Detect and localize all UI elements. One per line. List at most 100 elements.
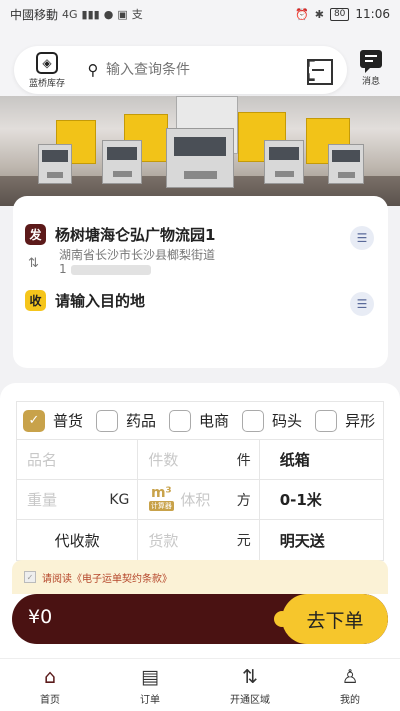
delivery-value: 明天送: [279, 531, 325, 550]
sender-name: 杨树塘海仑弘广物流园1: [55, 226, 216, 244]
app-icon: ▣: [117, 7, 128, 21]
volume-unit: 方: [236, 492, 251, 509]
chat-icon: ●: [103, 7, 114, 21]
length-value: 0-1米: [279, 491, 322, 509]
cargo-type-label: 药品: [126, 412, 157, 430]
product-name-placeholder: 品名: [27, 451, 58, 469]
checkbox-icon[interactable]: [169, 409, 192, 432]
calc-top: m³: [150, 484, 172, 501]
nav-profile[interactable]: ♙ 我的: [300, 659, 400, 711]
phone-masked: [70, 264, 151, 275]
payment-unit: 元: [236, 533, 251, 549]
total-price: ¥0: [28, 606, 53, 628]
alipay-icon: 支: [131, 8, 143, 21]
delivery-select[interactable]: 明天送: [260, 520, 383, 560]
address-card: 发 杨树塘海仑弘广物流园1 湖南省长沙市长沙县榔梨街道 ⇅ 1 ☰ 收 请输入目…: [13, 196, 388, 368]
logo-label: 蓝桥库存: [28, 78, 65, 89]
cod-label: 代收款: [54, 531, 100, 550]
nav-home[interactable]: ⌂ 首页: [0, 659, 100, 711]
bluetooth-icon: ✱: [314, 7, 324, 21]
swap-icon[interactable]: ⇅: [28, 256, 39, 271]
bottom-nav: ⌂ 首页 ▤ 订单 ⇅ 开通区域 ♙ 我的: [0, 658, 400, 711]
cargo-type-row: ✓ 普货 药品 电商 码头 异形: [17, 402, 383, 440]
agreement-bar[interactable]: ✓ 请阅读《电子运单契约条款》: [12, 560, 388, 594]
checkbox-icon[interactable]: [96, 409, 119, 432]
agreement-text[interactable]: 请阅读《电子运单契约条款》: [42, 570, 172, 585]
weight-unit: KG: [109, 491, 130, 508]
sender-tag: 发: [25, 224, 46, 245]
receiver-row[interactable]: 收 请输入目的地: [25, 290, 145, 311]
nav-label: 我的: [340, 694, 360, 706]
battery-icon: 80: [329, 7, 350, 21]
cargo-type-dock[interactable]: 码头: [242, 409, 303, 432]
receiver-contact-icon[interactable]: ☰: [350, 292, 374, 316]
nav-label: 开通区域: [230, 694, 270, 706]
count-placeholder: 件数: [148, 451, 179, 469]
profile-icon: ♙: [341, 665, 359, 688]
checkbox-icon[interactable]: [315, 409, 338, 432]
sender-address: 湖南省长沙市长沙县榔梨街道: [59, 248, 216, 262]
volume-calculator-icon[interactable]: m³ 计算器: [148, 484, 174, 514]
checkbox-icon[interactable]: [242, 409, 265, 432]
signal-icon: ▮▮▮: [81, 7, 100, 21]
weight-placeholder: 重量: [27, 491, 58, 509]
orders-icon: ▤: [141, 665, 159, 688]
volume-field[interactable]: m³ 计算器 体积 方: [138, 480, 260, 519]
receiver-placeholder: 请输入目的地: [55, 292, 146, 310]
weight-field[interactable]: 重量 KG: [17, 480, 139, 519]
count-unit: 件: [236, 452, 251, 469]
promo-banner[interactable]: [0, 96, 400, 206]
header: ◈ 蓝桥库存 ⚲ 消息: [0, 28, 400, 100]
sender-row[interactable]: 发 杨树塘海仑弘广物流园1: [25, 224, 215, 245]
place-order-label: 去下单: [306, 609, 364, 632]
cargo-type-medicine[interactable]: 药品: [96, 409, 157, 432]
cargo-type-label: 异形: [345, 412, 376, 430]
home-icon: ⌂: [43, 665, 57, 688]
form-row: 代收款 货款 元 明天送: [17, 520, 383, 560]
product-name-field[interactable]: 品名: [17, 440, 139, 479]
cargo-form: ✓ 普货 药品 电商 码头 异形 品名 件数 件 纸箱 重量 KG m³ 计算器 …: [16, 401, 384, 561]
package-value: 纸箱: [279, 451, 310, 469]
store-logo[interactable]: ◈ 蓝桥库存: [14, 51, 80, 89]
order-bar: ¥0 去下单: [12, 594, 388, 644]
alarm-icon: ⏰: [295, 7, 309, 21]
clock: 11:06: [355, 7, 390, 21]
cargo-type-label: 电商: [199, 412, 230, 430]
scan-icon[interactable]: [307, 59, 333, 85]
nav-label: 订单: [140, 694, 160, 706]
form-row: 品名 件数 件 纸箱: [17, 440, 383, 480]
cargo-type-label: 码头: [272, 412, 303, 430]
message-label: 消息: [361, 77, 380, 87]
form-row: 重量 KG m³ 计算器 体积 方 0-1米: [17, 480, 383, 520]
search-input[interactable]: [106, 62, 276, 78]
receiver-tag: 收: [25, 290, 46, 311]
carrier-label: 中國移動: [10, 7, 59, 22]
message-icon: [360, 50, 382, 73]
search-icon: ⚲: [87, 61, 99, 79]
cod-toggle[interactable]: 代收款: [17, 520, 139, 560]
message-button[interactable]: 消息: [354, 50, 388, 87]
nav-region[interactable]: ⇅ 开通区域: [200, 659, 300, 711]
sender-contact-icon[interactable]: ☰: [350, 226, 374, 250]
cargo-type-label: 普货: [53, 412, 84, 430]
cargo-type-ecommerce[interactable]: 电商: [169, 409, 230, 432]
sender-phone: 1: [59, 262, 67, 276]
count-field[interactable]: 件数 件: [138, 440, 260, 479]
payment-placeholder: 货款: [148, 531, 179, 550]
payment-field[interactable]: 货款 元: [138, 520, 260, 560]
agreement-checkbox[interactable]: ✓: [24, 571, 36, 583]
cargo-type-irregular[interactable]: 异形: [315, 409, 376, 432]
logo-icon: ◈: [36, 51, 58, 74]
checkbox-icon[interactable]: ✓: [23, 409, 45, 432]
place-order-button[interactable]: 去下单: [274, 594, 388, 644]
volume-placeholder: 体积: [180, 491, 211, 509]
sender-phone-row: 1: [59, 262, 151, 276]
nav-label: 首页: [40, 694, 60, 706]
region-icon: ⇅: [242, 665, 258, 688]
cargo-type-general[interactable]: ✓ 普货: [23, 409, 84, 432]
nav-orders[interactable]: ▤ 订单: [100, 659, 200, 711]
network-label: 4G: [62, 7, 78, 21]
package-select[interactable]: 纸箱: [260, 440, 383, 479]
length-select[interactable]: 0-1米: [260, 480, 383, 519]
search-bar[interactable]: ◈ 蓝桥库存 ⚲: [14, 46, 347, 94]
